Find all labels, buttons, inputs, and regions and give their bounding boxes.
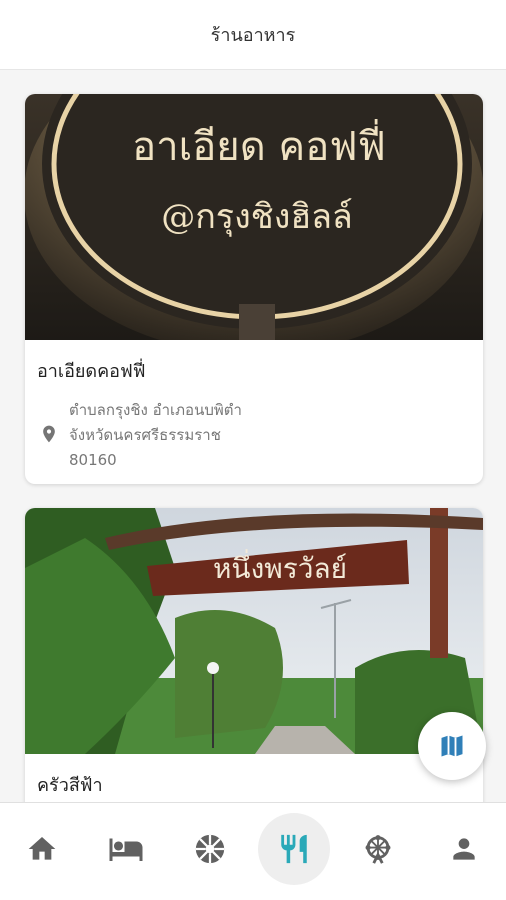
person-icon xyxy=(453,838,475,860)
restaurant-list[interactable]: อาเอียด คอฟฟี่ @กรุงชิงฮิลล์ อาเอียดคอฟฟ… xyxy=(0,70,506,802)
sign-text: อาเอียด คอฟฟี่ xyxy=(132,119,386,170)
ferris-wheel-icon xyxy=(365,835,391,864)
sign-text: หนึ่งพรวัลย์ xyxy=(213,549,347,585)
nav-activities[interactable] xyxy=(342,813,414,885)
fork-knife-icon xyxy=(281,834,307,864)
address-line: 80160 xyxy=(69,451,117,469)
address-line: จังหวัดนครศรีธรรมราช xyxy=(69,426,221,444)
camera-aperture-icon xyxy=(195,834,225,864)
bed-icon xyxy=(109,838,143,861)
nav-hotel[interactable] xyxy=(90,813,162,885)
nav-home[interactable] xyxy=(6,813,78,885)
page-title: ร้านอาหาร xyxy=(210,25,296,46)
restaurant-card[interactable]: อาเอียด คอฟฟี่ @กรุงชิงฮิลล์ อาเอียดคอฟฟ… xyxy=(25,94,483,484)
nav-attractions[interactable] xyxy=(174,813,246,885)
location-pin-icon xyxy=(43,425,55,443)
restaurant-name: อาเอียดคอฟฟี่ xyxy=(37,361,146,382)
restaurant-photo: อาเอียด คอฟฟี่ @กรุงชิงฮิลล์ xyxy=(25,94,483,340)
restaurant-address: ตำบลกรุงชิง อำเภอนบพิตำ จังหวัดนครศรีธรร… xyxy=(39,398,242,473)
address-line: ตำบลกรุงชิง อำเภอนบพิตำ xyxy=(69,401,242,419)
bottom-navigation xyxy=(0,802,506,900)
map-icon xyxy=(441,735,463,757)
nav-profile[interactable] xyxy=(428,813,500,885)
map-view-button[interactable] xyxy=(418,712,486,780)
sign-subtext: @กรุงชิงฮิลล์ xyxy=(161,197,353,237)
restaurant-card[interactable]: หนึ่งพรวัลย์ ครัวสีฟ้า xyxy=(25,508,483,802)
restaurant-name: ครัวสีฟ้า xyxy=(37,775,103,796)
app-header: ร้านอาหาร xyxy=(0,0,506,70)
home-icon xyxy=(28,837,56,860)
restaurant-photo: หนึ่งพรวัลย์ xyxy=(25,508,483,754)
nav-restaurants[interactable] xyxy=(258,813,330,885)
